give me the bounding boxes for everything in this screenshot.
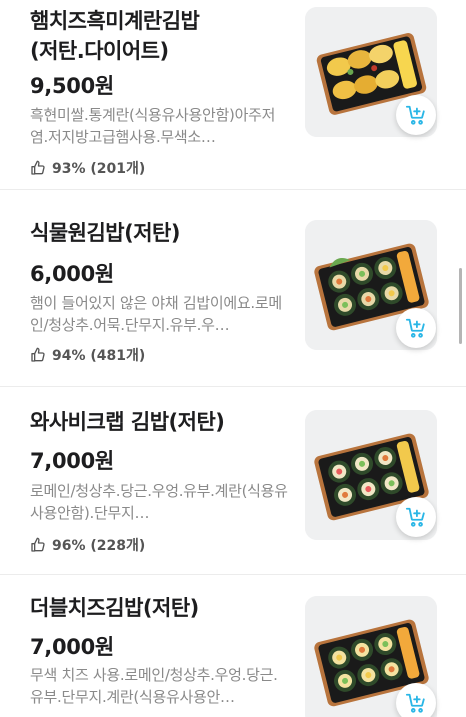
add-to-cart-button[interactable] [396,308,436,348]
add-to-cart-button[interactable] [396,95,436,135]
menu-item-price: 7,000원 [30,635,114,659]
thumbs-up-icon [31,160,45,175]
menu-item-rating: 93% (201개) [30,158,145,178]
menu-item-rating: 96% (228개) [30,535,145,555]
rating-text: 96% (228개) [52,538,146,554]
add-to-cart-icon [405,318,425,338]
menu-item-description: 로메인/청상추.당근.우엉.유부.계란(식용유사용안함).단무지… [30,482,288,522]
menu-item[interactable]: 더블치즈김밥(저탄) 7,000원 무색 치즈 사용.로메인/청상추.우엉.당근… [0,575,466,717]
add-to-cart-icon [405,693,425,713]
add-to-cart-icon [405,507,425,527]
add-to-cart-button[interactable] [396,683,436,717]
menu-item-name: 와사비크랩 김밥(저탄) [30,410,225,434]
scrollbar[interactable] [459,268,462,344]
menu-item-price: 6,000원 [30,262,114,286]
menu-item-description: 무색 치즈 사용.로메인/청상추.우엉.당근.유부.단무지.계란(식용유사용안… [30,666,278,706]
menu-item-name: 햄치즈흑미계란김밥 (저탄.다이어트) [30,9,200,63]
menu-item-description: 햄이 들어있지 않은 야채 김밥이에요.로메인/청상추.어묵.단무지.유부.우… [30,294,282,334]
menu-item-description: 흑현미쌀.통계란(식용유사용안함)아주저염.저지방고급햄사용.무색소… [30,106,276,146]
menu-item-name: 더블치즈김밥(저탄) [30,596,199,620]
add-to-cart-icon [405,105,425,125]
menu-item[interactable]: 식물원김밥(저탄) 6,000원 햄이 들어있지 않은 야채 김밥이에요.로메인… [0,190,466,387]
thumbs-up-icon [31,347,45,362]
rating-text: 94% (481개) [52,348,146,364]
menu-item-price: 9,500원 [30,74,114,98]
menu-list: 햄치즈흑미계란김밥 (저탄.다이어트) 9,500원 흑현미쌀.통계란(식용유사… [0,0,466,717]
menu-item-price: 7,000원 [30,449,114,473]
menu-item-name: 식물원김밥(저탄) [30,221,180,245]
menu-item[interactable]: 와사비크랩 김밥(저탄) 7,000원 로메인/청상추.당근.우엉.유부.계란(… [0,387,466,575]
thumbs-up-icon [31,537,45,552]
menu-item-rating: 94% (481개) [30,345,145,365]
rating-text: 93% (201개) [52,161,146,177]
add-to-cart-button[interactable] [396,497,436,537]
menu-item[interactable]: 햄치즈흑미계란김밥 (저탄.다이어트) 9,500원 흑현미쌀.통계란(식용유사… [0,0,466,190]
